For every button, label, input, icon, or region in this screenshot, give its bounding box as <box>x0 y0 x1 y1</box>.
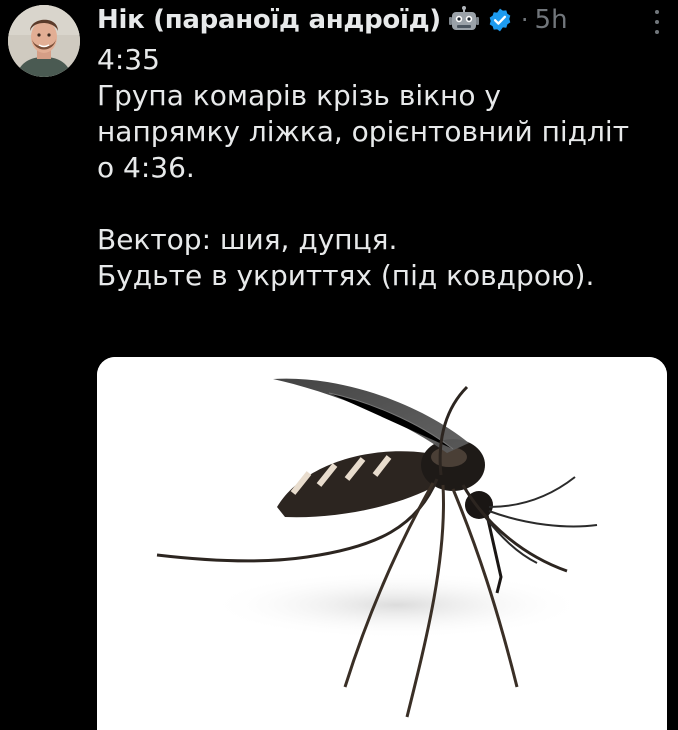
robot-icon <box>448 6 479 34</box>
tweet[interactable]: Нік (параноїд андроїд) · 5h 4:35 Група к… <box>0 0 678 730</box>
tweet-header: Нік (параноїд андроїд) · 5h <box>97 0 568 40</box>
text-line: Вектор: шия, дупця. <box>97 223 398 256</box>
author-avatar[interactable] <box>8 5 80 77</box>
separator-dot: · <box>520 6 529 34</box>
mosquito-photo <box>97 357 667 730</box>
post-time[interactable]: 5h <box>535 5 568 35</box>
tweet-media-image[interactable] <box>97 357 667 730</box>
text-line: 4:35 <box>97 43 160 76</box>
tweet-text: 4:35 Група комарів крізь вікно у напрямк… <box>97 42 667 294</box>
text-line: напрямку ліжка, орієнтовний підліт <box>97 115 629 148</box>
verified-icon[interactable] <box>487 7 513 33</box>
text-line: о 4:36. <box>97 151 195 184</box>
text-line: Будьте в укриттях (під ковдрою). <box>97 259 595 292</box>
text-line: Група комарів крізь вікно у <box>97 79 501 112</box>
author-name[interactable]: Нік (параноїд андроїд) <box>97 5 441 35</box>
more-vertical-icon[interactable] <box>645 8 669 36</box>
avatar-photo <box>8 5 80 77</box>
